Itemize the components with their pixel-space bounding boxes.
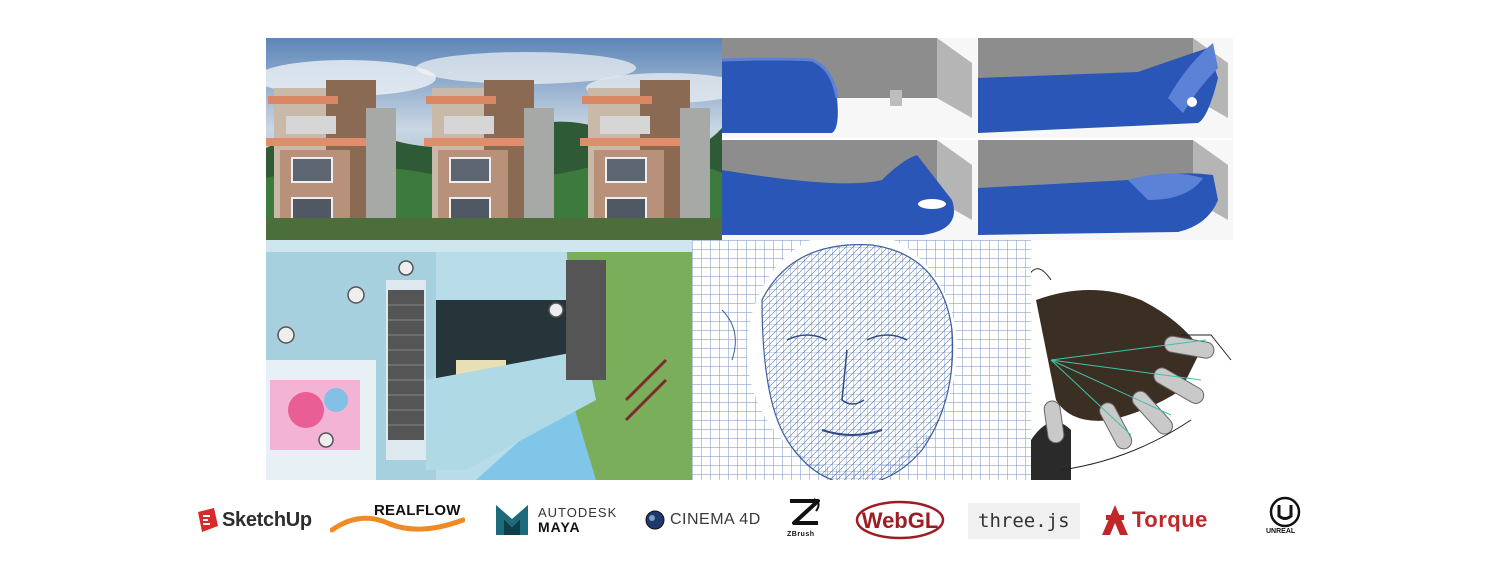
fluid-simulation: [722, 38, 1233, 240]
cinema4d-logo: CINEMA 4D: [645, 494, 761, 546]
realflow-label: REALFLOW: [374, 502, 461, 519]
buildings-render: [266, 38, 722, 240]
zbrush-icon: [790, 498, 820, 525]
realflow-logo: REALFLOW: [330, 494, 465, 546]
torque-logo: Torque: [1102, 494, 1208, 546]
zbrush-label: ZBrush: [787, 531, 815, 538]
cinema4d-label: CINEMA 4D: [670, 511, 761, 528]
hand-rig: [1031, 240, 1233, 480]
torque-icon: [1102, 505, 1128, 535]
unreal-logo: UNREAL: [1264, 494, 1306, 546]
threejs-label: three.js: [978, 510, 1070, 532]
maya-label: MAYA: [538, 519, 581, 535]
unreal-label: UNREAL: [1266, 528, 1296, 535]
webgl-badge: WebGL: [855, 500, 945, 540]
face-wireframe: [692, 240, 1031, 480]
stage-render: [266, 240, 692, 480]
webgl-logo: WebGL: [855, 494, 945, 546]
software-logos: SketchUp REALFLOW AUTODESK MAYA CINEMA 4…: [190, 494, 1310, 546]
maya-autodesk-label: AUTODESK: [538, 505, 618, 520]
threejs-logo: three.js: [968, 503, 1080, 539]
sketchup-icon: [198, 508, 218, 532]
maya-logo: AUTODESK MAYA: [496, 494, 617, 546]
torque-label: Torque: [1132, 507, 1208, 532]
maya-icon: [496, 505, 528, 535]
webgl-label: WebGL: [862, 508, 939, 533]
cinema4d-icon: [645, 510, 665, 530]
unreal-icon: [1269, 496, 1301, 528]
zbrush-logo: ZBrush: [782, 494, 830, 546]
sketchup-logo: SketchUp: [194, 494, 312, 546]
sketchup-label: SketchUp: [222, 508, 312, 531]
